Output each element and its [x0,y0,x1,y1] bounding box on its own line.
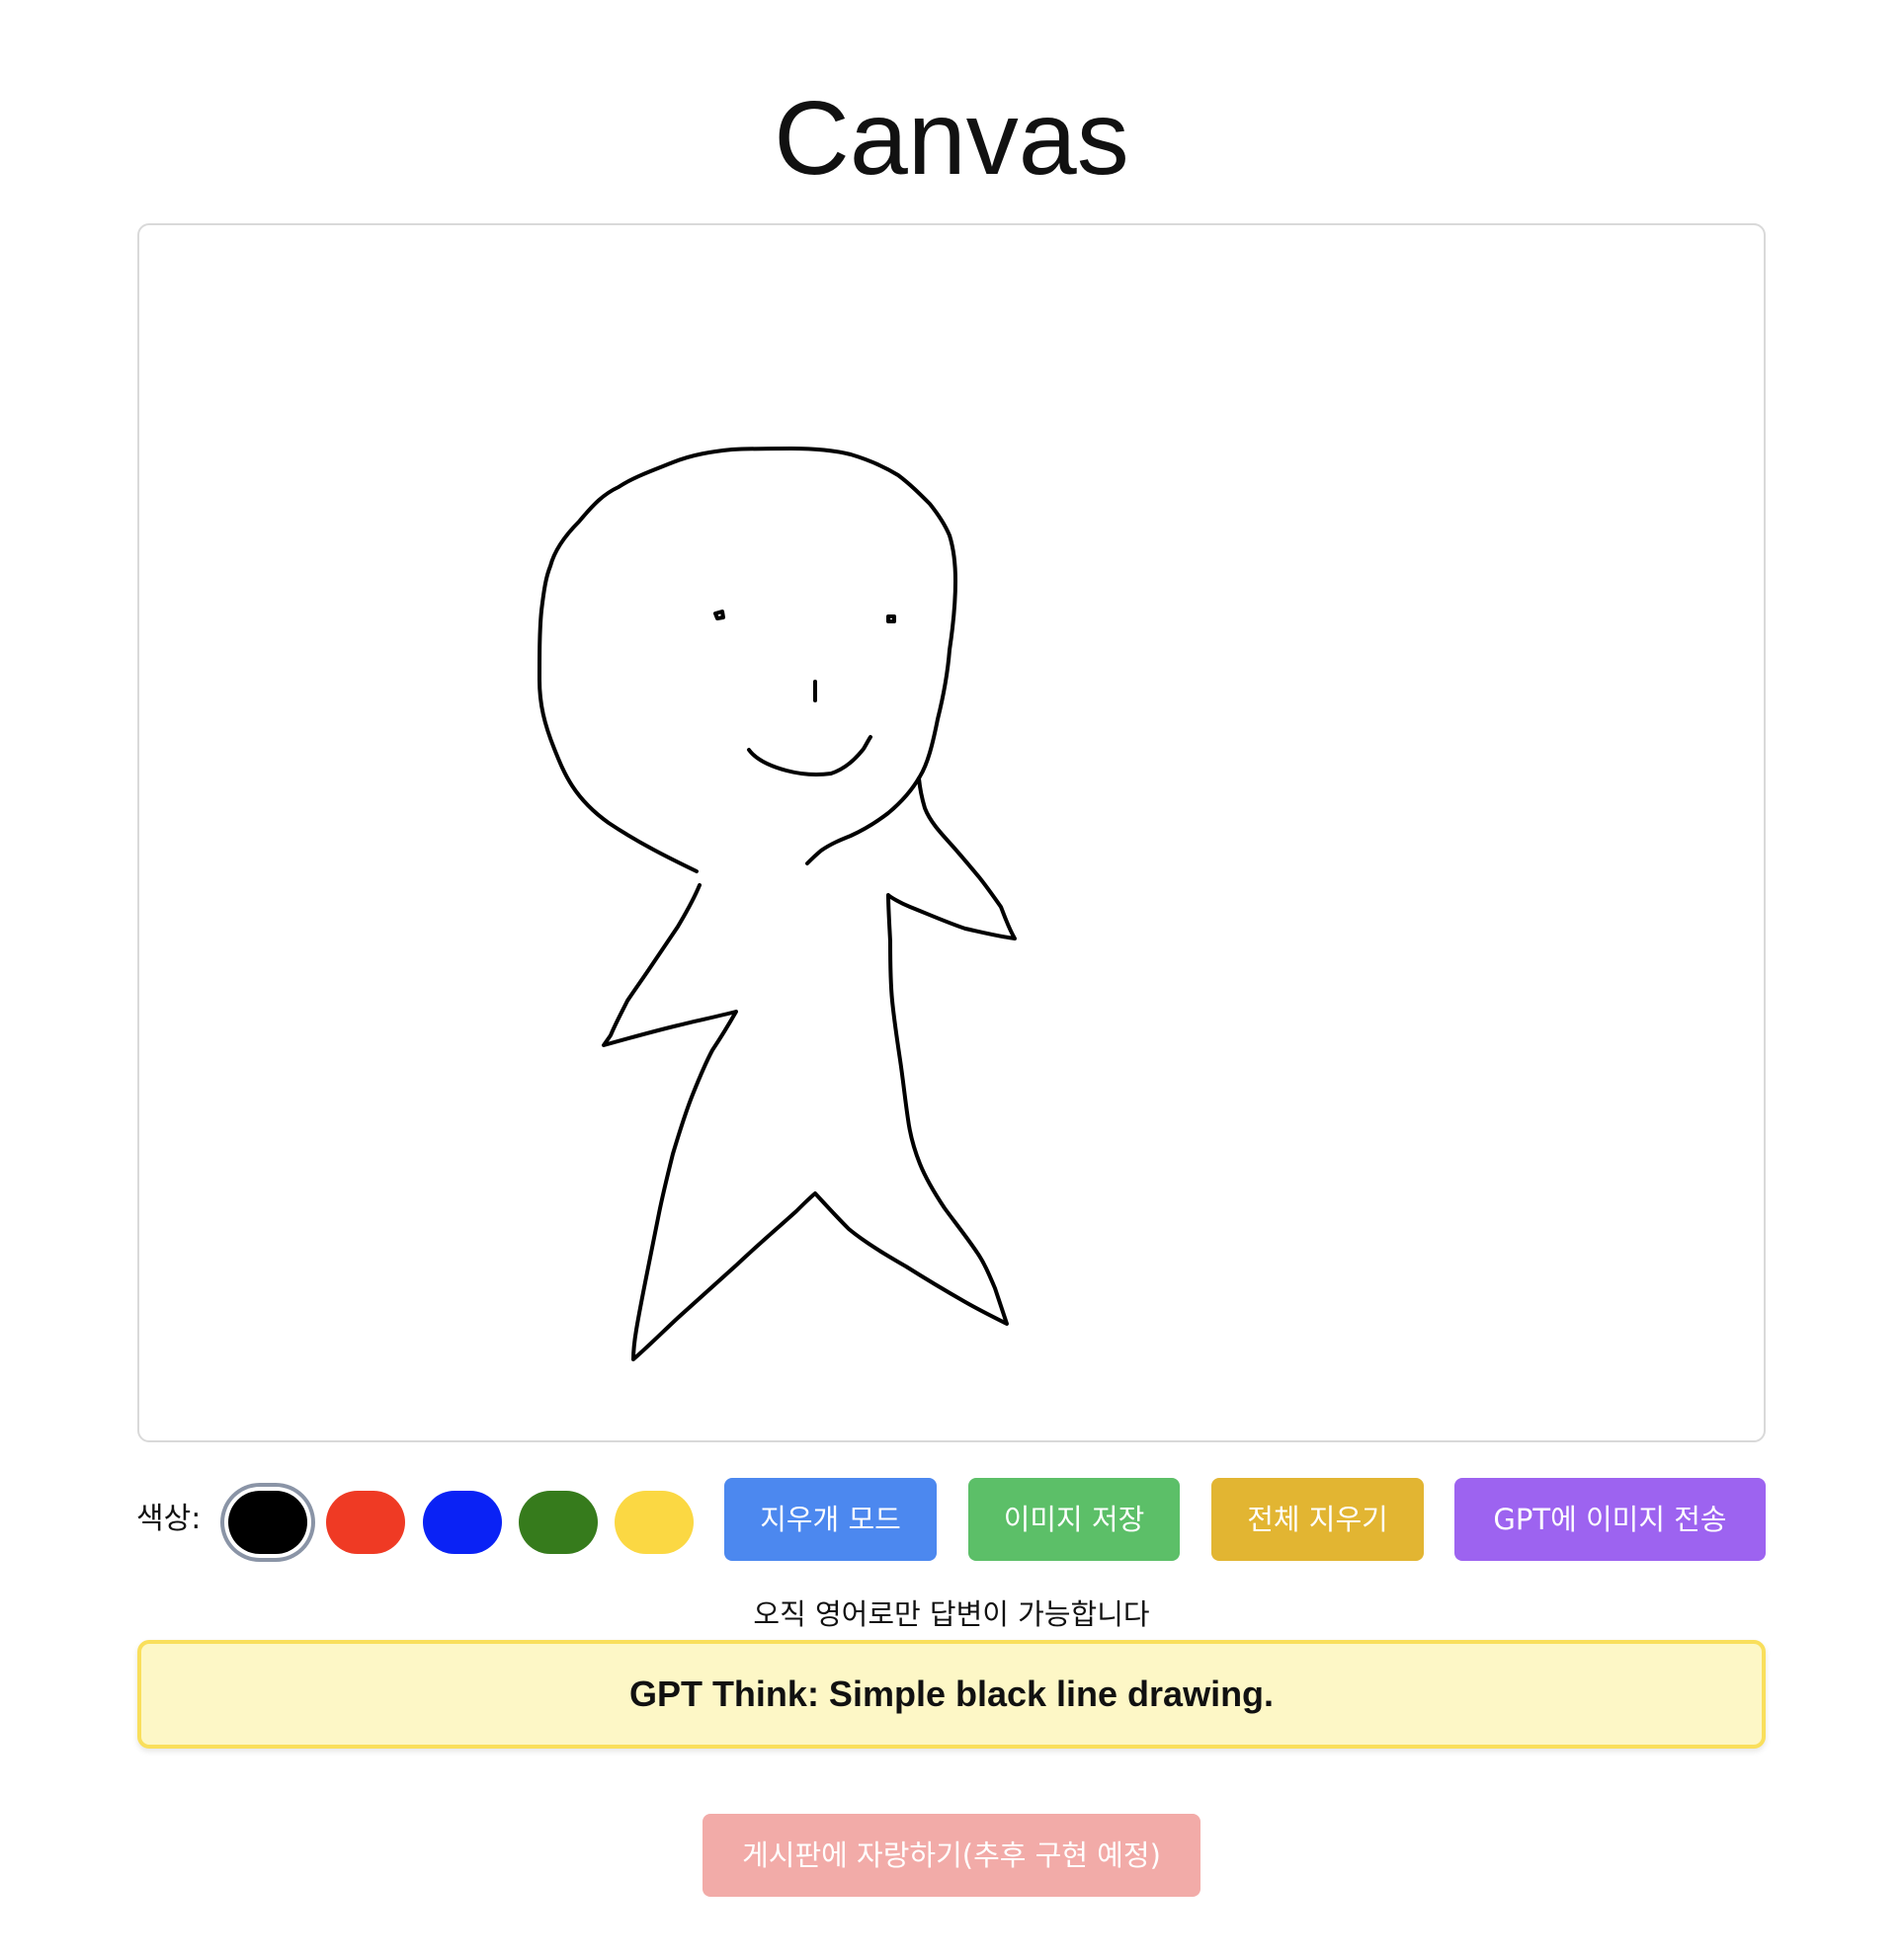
page-title: Canvas [774,80,1129,197]
drawing-body-stroke [602,776,1017,1361]
drawing-canvas[interactable] [137,223,1766,1442]
gpt-response-box: GPT Think: Simple black line drawing. [137,1640,1766,1749]
stick-figure-drawing [538,447,1017,1361]
color-swatch-blue[interactable] [423,1491,502,1554]
drawing-mouth [747,735,872,776]
drawing-left-eye [713,610,725,620]
color-swatch-yellow[interactable] [615,1491,694,1554]
send-to-gpt-button[interactable]: GPT에 이미지 전송 [1454,1478,1766,1561]
color-swatch-green[interactable] [519,1491,598,1554]
drawing-head-stroke [538,447,957,873]
save-image-button[interactable]: 이미지 저장 [968,1478,1180,1561]
color-swatch-black[interactable] [228,1491,307,1554]
color-swatch-red[interactable] [326,1491,405,1554]
drawing-right-eye [886,614,896,623]
clear-all-button[interactable]: 전체 지우기 [1211,1478,1424,1561]
eraser-mode-button[interactable]: 지우개 모드 [724,1478,937,1561]
english-only-notice: 오직 영어로만 답변이 가능합니다 [753,1597,1150,1631]
share-to-board-button[interactable]: 게시판에 자랑하기(추후 구현 예정) [703,1814,1200,1897]
color-label: 색상: [136,1502,202,1536]
